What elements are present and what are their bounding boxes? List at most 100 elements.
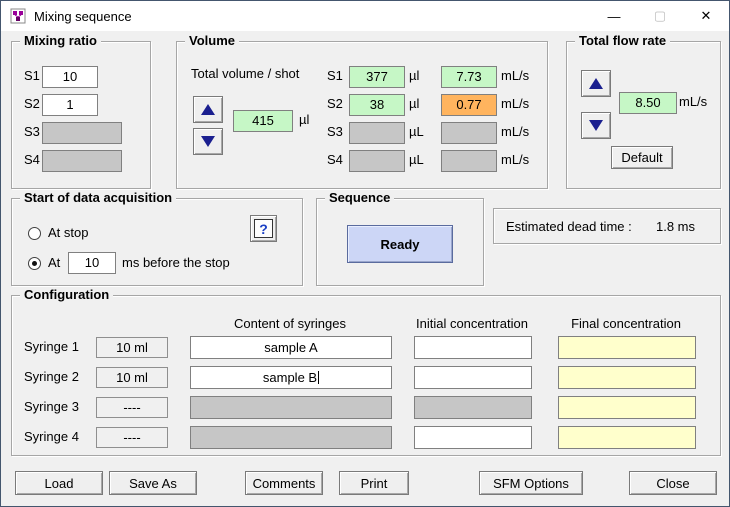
syringe2-size: 10 ml xyxy=(96,367,168,388)
ratio-s3-input xyxy=(42,122,122,144)
syringe4-size: ---- xyxy=(96,427,168,448)
volume-s3-unit: µL xyxy=(409,124,424,139)
dead-time-value: 1.8 ms xyxy=(656,219,696,234)
text-caret xyxy=(318,371,320,384)
syringe2-label: Syringe 2 xyxy=(24,369,79,384)
sequence-group: Sequence Ready xyxy=(316,190,484,286)
flow-s4-unit: mL/s xyxy=(501,152,530,167)
total-volume-label: Total volume / shot xyxy=(191,66,300,81)
volume-s2-label: S2 xyxy=(327,96,343,111)
minimize-icon[interactable]: — xyxy=(591,1,637,31)
final-column-header: Final concentration xyxy=(571,316,681,331)
window-title: Mixing sequence xyxy=(34,8,132,24)
ratio-s2-label: S2 xyxy=(24,96,40,111)
dead-time-label: Estimated dead time : xyxy=(506,219,632,234)
syringe1-size: 10 ml xyxy=(96,337,168,358)
volume-s3-label: S3 xyxy=(327,124,343,139)
flow-s4-value xyxy=(441,150,497,172)
volume-title: Volume xyxy=(185,33,239,48)
down-arrow-icon xyxy=(589,120,603,131)
volume-s1-value[interactable]: 377 xyxy=(349,66,405,88)
syringe3-label: Syringe 3 xyxy=(24,399,79,414)
syringe1-final-input[interactable] xyxy=(558,336,696,359)
syringe3-final-input[interactable] xyxy=(558,396,696,419)
volume-s2-unit: µl xyxy=(409,96,420,111)
initial-column-header: Initial concentration xyxy=(415,316,528,331)
flow-s2-unit: mL/s xyxy=(501,96,530,111)
ratio-s1-label: S1 xyxy=(24,68,40,83)
at-stop-label: At stop xyxy=(48,225,89,240)
syringe4-final-input[interactable] xyxy=(558,426,696,449)
up-arrow-icon xyxy=(589,78,603,89)
syringe4-label: Syringe 4 xyxy=(24,429,79,444)
at-suffix-label: ms before the stop xyxy=(122,255,230,270)
app-icon xyxy=(10,8,26,24)
print-button[interactable]: Print xyxy=(339,471,409,495)
title-bar: Mixing sequence — ▢ ✕ xyxy=(1,1,729,31)
close-button[interactable]: Close xyxy=(629,471,717,495)
default-button[interactable]: Default xyxy=(611,146,673,169)
flow-rate-value[interactable]: 8.50 xyxy=(619,92,677,114)
flow-s1-unit: mL/s xyxy=(501,68,530,83)
flow-s2-value[interactable]: 0.77 xyxy=(441,94,497,116)
total-volume-value[interactable]: 415 xyxy=(233,110,293,132)
at-time-input[interactable]: 10 xyxy=(68,252,116,274)
help-icon: ? xyxy=(254,219,273,238)
ratio-s4-label: S4 xyxy=(24,152,40,167)
at-label: At xyxy=(48,255,61,270)
syringe2-content-input[interactable]: sample B xyxy=(190,366,392,389)
total-volume-down-button[interactable] xyxy=(193,128,223,155)
total-flow-rate-group: Total flow rate 8.50 mL/s Default xyxy=(566,33,721,189)
comments-button[interactable]: Comments xyxy=(245,471,323,495)
ratio-s1-input[interactable]: 10 xyxy=(42,66,98,88)
mixing-ratio-title: Mixing ratio xyxy=(20,33,101,48)
flow-s3-unit: mL/s xyxy=(501,124,530,139)
volume-s3-value xyxy=(349,122,405,144)
flow-s3-value xyxy=(441,122,497,144)
ratio-s2-input[interactable]: 1 xyxy=(42,94,98,116)
total-volume-unit: µl xyxy=(299,112,310,127)
save-as-button[interactable]: Save As xyxy=(109,471,197,495)
volume-s4-value xyxy=(349,150,405,172)
total-volume-up-button[interactable] xyxy=(193,96,223,123)
ratio-s3-label: S3 xyxy=(24,124,40,139)
sfm-options-button[interactable]: SFM Options xyxy=(479,471,583,495)
maximize-icon: ▢ xyxy=(653,8,667,23)
ratio-s4-input xyxy=(42,150,122,172)
configuration-group: Configuration Content of syringes Initia… xyxy=(11,287,721,456)
content-column-header: Content of syringes xyxy=(233,316,346,331)
flow-rate-down-button[interactable] xyxy=(581,112,611,139)
close-icon[interactable]: ✕ xyxy=(683,1,729,31)
acquisition-title: Start of data acquisition xyxy=(20,190,177,205)
dead-time-box: Estimated dead time : 1.8 ms xyxy=(493,208,721,244)
flow-rate-up-button[interactable] xyxy=(581,70,611,97)
flow-rate-unit: mL/s xyxy=(679,94,708,109)
syringe1-label: Syringe 1 xyxy=(24,339,79,354)
syringe3-content-input xyxy=(190,396,392,419)
acquisition-group: Start of data acquisition At stop ? At 1… xyxy=(11,190,303,286)
at-stop-radio[interactable] xyxy=(28,227,41,240)
syringe2-initial-input[interactable] xyxy=(414,366,532,389)
ready-button[interactable]: Ready xyxy=(347,225,453,263)
syringe1-initial-input[interactable] xyxy=(414,336,532,359)
at-time-radio[interactable] xyxy=(28,257,41,270)
syringe4-initial-input[interactable] xyxy=(414,426,532,449)
volume-group: Volume Total volume / shot 415 µl S1 377… xyxy=(176,33,548,189)
volume-s4-unit: µL xyxy=(409,152,424,167)
down-arrow-icon xyxy=(201,136,215,147)
help-button[interactable]: ? xyxy=(250,215,277,242)
syringe1-content-input[interactable]: sample A xyxy=(190,336,392,359)
up-arrow-icon xyxy=(201,104,215,115)
syringe2-content-text: sample B xyxy=(262,370,318,385)
flow-s1-value[interactable]: 7.73 xyxy=(441,66,497,88)
sequence-title: Sequence xyxy=(325,190,395,205)
load-button[interactable]: Load xyxy=(15,471,103,495)
total-flow-rate-title: Total flow rate xyxy=(575,33,671,48)
configuration-title: Configuration xyxy=(20,287,114,302)
volume-s1-label: S1 xyxy=(327,68,343,83)
volume-s2-value[interactable]: 38 xyxy=(349,94,405,116)
syringe2-final-input[interactable] xyxy=(558,366,696,389)
syringe4-content-input xyxy=(190,426,392,449)
volume-s4-label: S4 xyxy=(327,152,343,167)
syringe3-initial-input xyxy=(414,396,532,419)
